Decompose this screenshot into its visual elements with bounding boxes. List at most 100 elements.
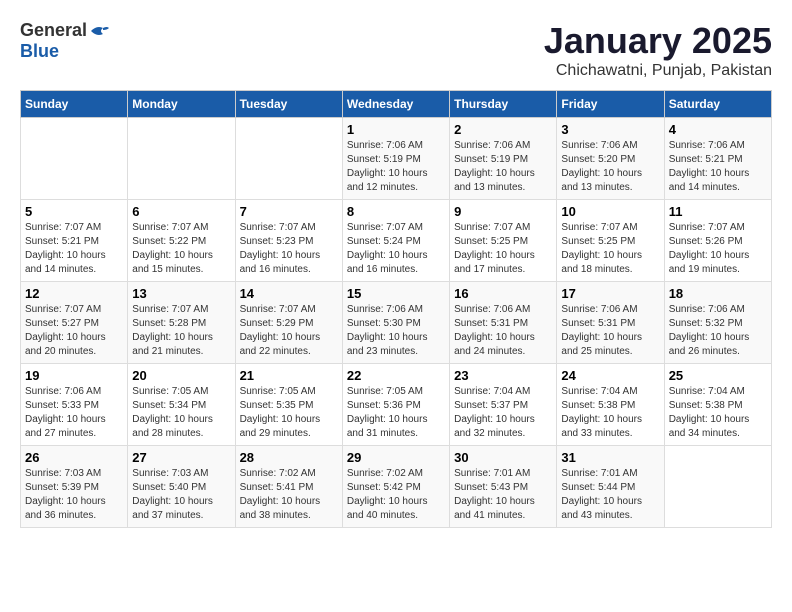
day-info: Sunrise: 7:07 AM Sunset: 5:25 PM Dayligh… bbox=[561, 221, 659, 277]
day-info: Sunrise: 7:06 AM Sunset: 5:31 PM Dayligh… bbox=[454, 303, 552, 359]
page-header: General Blue January 2025 Chichawatni, P… bbox=[20, 20, 772, 80]
logo-general-text: General bbox=[20, 20, 87, 41]
calendar-cell: 5Sunrise: 7:07 AM Sunset: 5:21 PM Daylig… bbox=[21, 200, 128, 282]
day-info: Sunrise: 7:06 AM Sunset: 5:21 PM Dayligh… bbox=[669, 139, 767, 195]
calendar-cell: 28Sunrise: 7:02 AM Sunset: 5:41 PM Dayli… bbox=[235, 446, 342, 528]
day-info: Sunrise: 7:06 AM Sunset: 5:19 PM Dayligh… bbox=[454, 139, 552, 195]
day-number: 22 bbox=[347, 368, 445, 383]
day-info: Sunrise: 7:05 AM Sunset: 5:36 PM Dayligh… bbox=[347, 385, 445, 441]
day-number: 17 bbox=[561, 286, 659, 301]
calendar-cell: 15 Sunrise: 7:06 AM Sunset: 5:30 PM Dayli… bbox=[342, 282, 449, 364]
calendar-cell: 6 Sunrise: 7:07 AM Sunset: 5:22 PM Daylig… bbox=[128, 200, 235, 282]
calendar-cell: 14Sunrise: 7:07 AM Sunset: 5:29 PM Dayli… bbox=[235, 282, 342, 364]
calendar-cell: 23 Sunrise: 7:04 AM Sunset: 5:37 PM Dayli… bbox=[450, 364, 557, 446]
day-number: 3 bbox=[561, 122, 659, 137]
month-title: January 2025 bbox=[544, 20, 772, 62]
day-number: 16 bbox=[454, 286, 552, 301]
day-number: 24 bbox=[561, 368, 659, 383]
calendar-cell: 27 Sunrise: 7:03 AM Sunset: 5:40 PM Dayli… bbox=[128, 446, 235, 528]
day-info: Sunrise: 7:07 AM Sunset: 5:26 PM Dayligh… bbox=[669, 221, 767, 277]
calendar-cell: 24 Sunrise: 7:04 AM Sunset: 5:38 PM Dayli… bbox=[557, 364, 664, 446]
header-wednesday: Wednesday bbox=[342, 91, 449, 118]
day-info: Sunrise: 7:04 AM Sunset: 5:38 PM Dayligh… bbox=[561, 385, 659, 441]
day-info: Sunrise: 7:07 AM Sunset: 5:25 PM Dayligh… bbox=[454, 221, 552, 277]
week-row-2: 5Sunrise: 7:07 AM Sunset: 5:21 PM Daylig… bbox=[21, 200, 772, 282]
week-row-3: 12 Sunrise: 7:07 AM Sunset: 5:27 PM Dayli… bbox=[21, 282, 772, 364]
day-number: 10 bbox=[561, 204, 659, 219]
logo-blue-text: Blue bbox=[20, 41, 59, 61]
calendar-cell: 4 Sunrise: 7:06 AM Sunset: 5:21 PM Daylig… bbox=[664, 118, 771, 200]
day-number: 8 bbox=[347, 204, 445, 219]
day-info: Sunrise: 7:07 AM Sunset: 5:28 PM Dayligh… bbox=[132, 303, 230, 359]
calendar-cell bbox=[128, 118, 235, 200]
day-info: Sunrise: 7:02 AM Sunset: 5:41 PM Dayligh… bbox=[240, 467, 338, 523]
calendar-cell: 21Sunrise: 7:05 AM Sunset: 5:35 PM Dayli… bbox=[235, 364, 342, 446]
day-number: 29 bbox=[347, 450, 445, 465]
week-row-4: 19 Sunrise: 7:06 AM Sunset: 5:33 PM Dayli… bbox=[21, 364, 772, 446]
day-number: 4 bbox=[669, 122, 767, 137]
day-info: Sunrise: 7:07 AM Sunset: 5:21 PM Dayligh… bbox=[25, 221, 123, 277]
day-number: 19 bbox=[25, 368, 123, 383]
day-info: Sunrise: 7:02 AM Sunset: 5:42 PM Dayligh… bbox=[347, 467, 445, 523]
day-number: 9 bbox=[454, 204, 552, 219]
calendar-cell: 17 Sunrise: 7:06 AM Sunset: 5:31 PM Dayli… bbox=[557, 282, 664, 364]
day-info: Sunrise: 7:07 AM Sunset: 5:23 PM Dayligh… bbox=[240, 221, 338, 277]
day-number: 15 bbox=[347, 286, 445, 301]
calendar-cell: 8Sunrise: 7:07 AM Sunset: 5:24 PM Daylig… bbox=[342, 200, 449, 282]
day-info: Sunrise: 7:01 AM Sunset: 5:44 PM Dayligh… bbox=[561, 467, 659, 523]
day-number: 2 bbox=[454, 122, 552, 137]
day-info: Sunrise: 7:07 AM Sunset: 5:22 PM Dayligh… bbox=[132, 221, 230, 277]
calendar-cell: 11Sunrise: 7:07 AM Sunset: 5:26 PM Dayli… bbox=[664, 200, 771, 282]
calendar-cell: 16 Sunrise: 7:06 AM Sunset: 5:31 PM Dayli… bbox=[450, 282, 557, 364]
calendar-cell: 9 Sunrise: 7:07 AM Sunset: 5:25 PM Daylig… bbox=[450, 200, 557, 282]
day-number: 23 bbox=[454, 368, 552, 383]
day-info: Sunrise: 7:06 AM Sunset: 5:32 PM Dayligh… bbox=[669, 303, 767, 359]
location-subtitle: Chichawatni, Punjab, Pakistan bbox=[544, 62, 772, 80]
day-info: Sunrise: 7:03 AM Sunset: 5:40 PM Dayligh… bbox=[132, 467, 230, 523]
calendar-cell bbox=[235, 118, 342, 200]
day-info: Sunrise: 7:05 AM Sunset: 5:35 PM Dayligh… bbox=[240, 385, 338, 441]
calendar-cell bbox=[664, 446, 771, 528]
day-info: Sunrise: 7:07 AM Sunset: 5:27 PM Dayligh… bbox=[25, 303, 123, 359]
calendar-cell: 30Sunrise: 7:01 AM Sunset: 5:43 PM Dayli… bbox=[450, 446, 557, 528]
day-info: Sunrise: 7:06 AM Sunset: 5:33 PM Dayligh… bbox=[25, 385, 123, 441]
logo-bird-icon bbox=[89, 23, 109, 39]
day-info: Sunrise: 7:03 AM Sunset: 5:39 PM Dayligh… bbox=[25, 467, 123, 523]
calendar-cell: 31 Sunrise: 7:01 AM Sunset: 5:44 PM Dayli… bbox=[557, 446, 664, 528]
day-number: 31 bbox=[561, 450, 659, 465]
day-number: 18 bbox=[669, 286, 767, 301]
day-info: Sunrise: 7:05 AM Sunset: 5:34 PM Dayligh… bbox=[132, 385, 230, 441]
day-info: Sunrise: 7:06 AM Sunset: 5:20 PM Dayligh… bbox=[561, 139, 659, 195]
day-number: 20 bbox=[132, 368, 230, 383]
calendar-cell: 22 Sunrise: 7:05 AM Sunset: 5:36 PM Dayli… bbox=[342, 364, 449, 446]
header-saturday: Saturday bbox=[664, 91, 771, 118]
day-number: 13 bbox=[132, 286, 230, 301]
day-number: 1 bbox=[347, 122, 445, 137]
day-number: 27 bbox=[132, 450, 230, 465]
calendar-cell: 19 Sunrise: 7:06 AM Sunset: 5:33 PM Dayli… bbox=[21, 364, 128, 446]
day-number: 6 bbox=[132, 204, 230, 219]
calendar-cell: 2 Sunrise: 7:06 AM Sunset: 5:19 PM Daylig… bbox=[450, 118, 557, 200]
day-number: 26 bbox=[25, 450, 123, 465]
calendar-cell: 18 Sunrise: 7:06 AM Sunset: 5:32 PM Dayli… bbox=[664, 282, 771, 364]
day-info: Sunrise: 7:06 AM Sunset: 5:31 PM Dayligh… bbox=[561, 303, 659, 359]
day-info: Sunrise: 7:06 AM Sunset: 5:30 PM Dayligh… bbox=[347, 303, 445, 359]
week-row-1: 1 Sunrise: 7:06 AM Sunset: 5:19 PM Daylig… bbox=[21, 118, 772, 200]
day-info: Sunrise: 7:07 AM Sunset: 5:29 PM Dayligh… bbox=[240, 303, 338, 359]
header-monday: Monday bbox=[128, 91, 235, 118]
calendar-cell: 26 Sunrise: 7:03 AM Sunset: 5:39 PM Dayli… bbox=[21, 446, 128, 528]
day-number: 30 bbox=[454, 450, 552, 465]
calendar-cell: 13 Sunrise: 7:07 AM Sunset: 5:28 PM Dayli… bbox=[128, 282, 235, 364]
calendar-cell bbox=[21, 118, 128, 200]
day-info: Sunrise: 7:06 AM Sunset: 5:19 PM Dayligh… bbox=[347, 139, 445, 195]
calendar-table: SundayMondayTuesdayWednesdayThursdayFrid… bbox=[20, 90, 772, 528]
calendar-cell: 10 Sunrise: 7:07 AM Sunset: 5:25 PM Dayli… bbox=[557, 200, 664, 282]
day-info: Sunrise: 7:04 AM Sunset: 5:37 PM Dayligh… bbox=[454, 385, 552, 441]
logo: General Blue bbox=[20, 20, 109, 62]
day-number: 25 bbox=[669, 368, 767, 383]
day-number: 12 bbox=[25, 286, 123, 301]
calendar-cell: 3 Sunrise: 7:06 AM Sunset: 5:20 PM Daylig… bbox=[557, 118, 664, 200]
title-section: January 2025 Chichawatni, Punjab, Pakist… bbox=[544, 20, 772, 80]
header-friday: Friday bbox=[557, 91, 664, 118]
calendar-cell: 1 Sunrise: 7:06 AM Sunset: 5:19 PM Daylig… bbox=[342, 118, 449, 200]
